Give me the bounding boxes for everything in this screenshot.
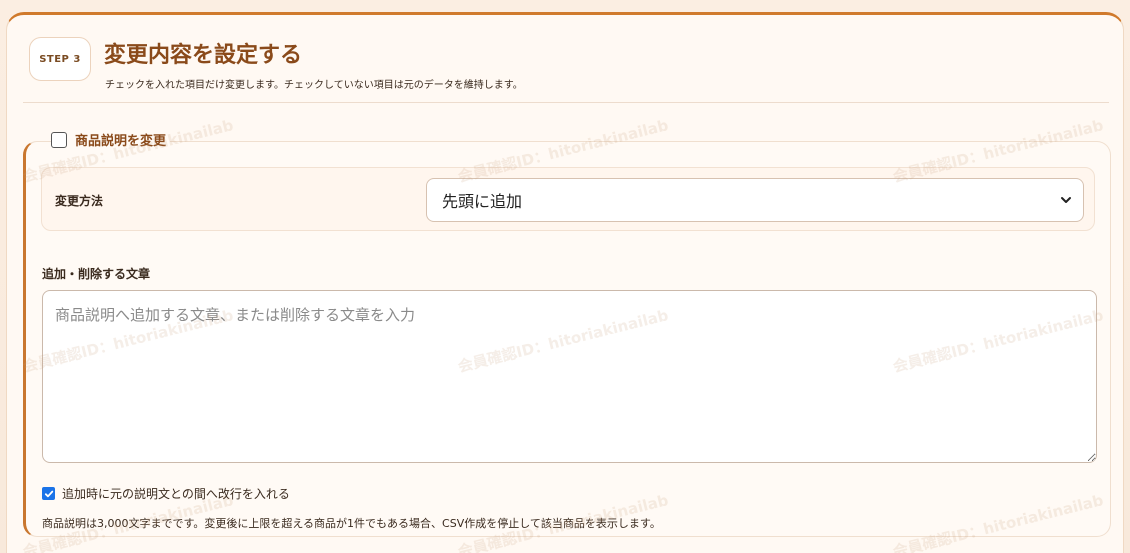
- step-badge: STEP 3: [29, 37, 91, 81]
- divider: [23, 102, 1109, 103]
- step-subtitle: チェックを入れた項目だけ変更します。チェックしていない項目は元のデータを維持しま…: [105, 80, 523, 91]
- page: STEP 3 変更内容を設定する チェックを入れた項目だけ変更します。チェックし…: [0, 0, 1130, 553]
- chevron-down-icon: [1061, 197, 1071, 203]
- method-select[interactable]: 先頭に追加: [426, 178, 1084, 222]
- method-label: 変更方法: [55, 194, 104, 208]
- description-change-label[interactable]: 商品説明を変更: [75, 130, 166, 149]
- check-icon: [44, 490, 53, 497]
- text-input[interactable]: [42, 290, 1097, 463]
- method-select-value: 先頭に追加: [442, 192, 523, 211]
- step-card: STEP 3 変更内容を設定する チェックを入れた項目だけ変更します。チェックし…: [6, 12, 1124, 553]
- step-title: 変更内容を設定する: [104, 43, 303, 68]
- section-header: 商品説明を変更: [51, 130, 171, 149]
- text-label: 追加・削除する文章: [42, 267, 151, 281]
- newline-label[interactable]: 追加時に元の説明文との間へ改行を入れる: [62, 485, 290, 502]
- description-change-section: 商品説明を変更 変更方法 先頭に追加 追加・削除する文章 商品説明へ追加する文章…: [23, 130, 1111, 537]
- length-note: 商品説明は3,000文字までです。変更後に上限を超える商品が1件でもある場合、C…: [42, 517, 661, 530]
- description-change-checkbox[interactable]: [51, 131, 67, 148]
- newline-option: 追加時に元の説明文との間へ改行を入れる: [42, 485, 290, 502]
- method-row: 変更方法 先頭に追加: [41, 167, 1095, 231]
- newline-checkbox[interactable]: [42, 487, 55, 500]
